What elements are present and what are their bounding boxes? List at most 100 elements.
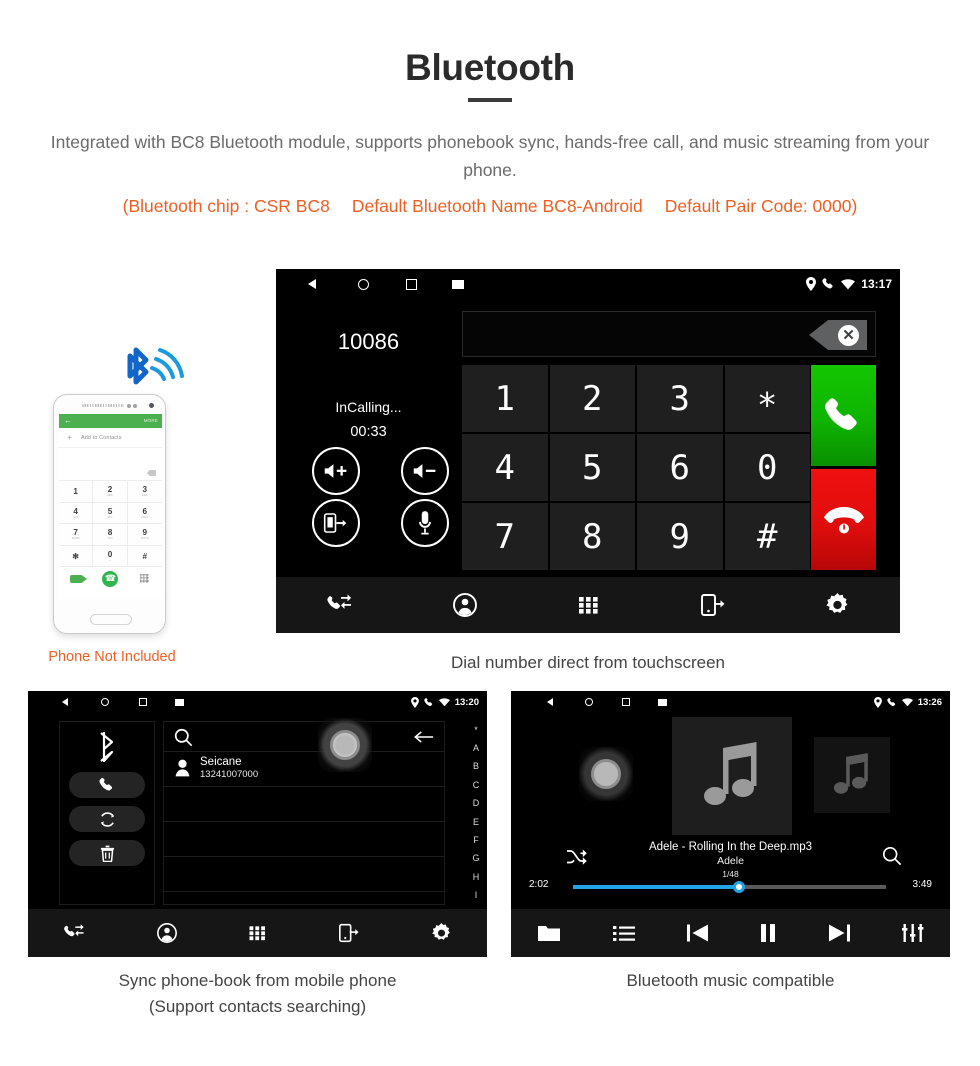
phone-number-field[interactable] xyxy=(59,448,162,481)
nav-sync-phone[interactable] xyxy=(700,593,726,617)
backspace-icon[interactable] xyxy=(147,470,156,476)
progress-slider[interactable] xyxy=(573,880,886,893)
phone-key[interactable]: 5 JKL xyxy=(93,502,128,524)
list-item[interactable] xyxy=(164,857,444,892)
phone-back-icon[interactable]: ← xyxy=(64,416,72,426)
back-triangle-icon[interactable] xyxy=(547,698,553,706)
nav-contacts[interactable] xyxy=(453,593,478,617)
keypad-key[interactable]: # xyxy=(724,503,810,570)
keypad-key[interactable]: 0 xyxy=(724,434,810,501)
home-circle-icon[interactable] xyxy=(358,279,369,290)
dialer-keypad[interactable]: 1 2 3 ∗ 4 5 6 0 7 8 9 # xyxy=(462,365,810,570)
keypad-key[interactable]: 2 xyxy=(549,365,635,432)
alpha-index-item[interactable]: B xyxy=(473,762,479,771)
phone-key[interactable]: 4 GHI xyxy=(59,502,94,524)
nav-sync-phone[interactable] xyxy=(338,923,360,943)
phone-key[interactable]: # xyxy=(127,545,162,567)
phone-add-to-contacts-row[interactable]: + Add to Contacts xyxy=(59,428,162,448)
list-item[interactable]: Seicane 13241007000 xyxy=(164,752,444,787)
alpha-index-item[interactable]: F xyxy=(473,836,479,845)
nav-playlist[interactable] xyxy=(612,924,635,942)
backspace-button[interactable]: ✕ xyxy=(809,320,867,350)
phone-call-button[interactable]: ☎ xyxy=(102,570,119,587)
back-triangle-icon[interactable] xyxy=(62,698,68,706)
alpha-index-item[interactable]: D xyxy=(473,799,480,808)
phone-key[interactable]: ✼ xyxy=(59,545,94,567)
keypad-key[interactable]: 3 xyxy=(637,365,723,432)
keypad-key[interactable]: 5 xyxy=(549,434,635,501)
alpha-index-item[interactable]: I xyxy=(475,891,478,900)
screenshot-icon[interactable] xyxy=(452,280,464,289)
bluetooth-status-icon xyxy=(94,730,120,764)
keypad-key[interactable]: 6 xyxy=(637,434,723,501)
delete-contacts-button[interactable] xyxy=(69,840,145,866)
album-art-next[interactable] xyxy=(814,737,890,813)
sync-contacts-button[interactable] xyxy=(69,806,145,832)
alpha-index-item[interactable]: H xyxy=(473,872,480,882)
nav-next-track[interactable] xyxy=(828,923,851,943)
list-item[interactable] xyxy=(164,822,444,857)
phone-keypad[interactable]: 1 2 ABC 3 DEF 4 GHI 5 JKL 6 MNO 7 PQRS 8 TUV 9W… xyxy=(59,481,162,567)
screenshot-icon[interactable] xyxy=(658,699,667,706)
nav-keypad[interactable] xyxy=(247,923,267,943)
nav-settings[interactable] xyxy=(431,922,452,944)
keypad-key[interactable]: 9 xyxy=(637,503,723,570)
phone-key[interactable]: 0 + xyxy=(93,545,128,567)
nav-equalizer[interactable] xyxy=(902,923,924,943)
recents-square-icon[interactable] xyxy=(622,698,630,706)
nav-settings[interactable] xyxy=(825,592,850,618)
screenshot-icon[interactable] xyxy=(175,699,184,706)
keypad-key[interactable]: 4 xyxy=(462,434,548,501)
contact-search-bar[interactable] xyxy=(164,722,444,752)
alpha-index-item[interactable]: * xyxy=(474,725,478,735)
hangup-button[interactable] xyxy=(811,469,876,570)
dial-button[interactable] xyxy=(69,772,145,798)
nav-recent-calls[interactable] xyxy=(63,923,86,943)
phone-key[interactable]: 6 MNO xyxy=(127,502,162,524)
recents-square-icon[interactable] xyxy=(406,279,417,290)
phone-handset-icon xyxy=(822,278,833,289)
title-divider xyxy=(468,98,512,102)
back-arrow-icon[interactable] xyxy=(414,730,434,744)
keypad-key[interactable]: ∗ xyxy=(724,365,810,432)
mute-microphone-button[interactable] xyxy=(400,499,449,547)
home-circle-icon[interactable] xyxy=(101,698,109,706)
video-call-icon[interactable] xyxy=(69,574,87,583)
keypad-key[interactable]: 7 xyxy=(462,503,548,570)
phonebook-statusbar: 13:20 xyxy=(28,691,487,713)
nav-contacts[interactable] xyxy=(156,923,177,943)
alpha-index-item[interactable]: E xyxy=(473,817,479,827)
dialer-input-field[interactable]: ✕ xyxy=(462,311,876,357)
phone-key[interactable]: 9 WXYZ xyxy=(127,524,162,546)
keypad-grid-icon[interactable] xyxy=(140,574,150,583)
phone-home-button[interactable] xyxy=(90,614,132,625)
alpha-index-item[interactable]: G xyxy=(472,854,479,863)
nav-keypad[interactable] xyxy=(576,593,600,617)
home-circle-icon[interactable] xyxy=(585,698,593,706)
nav-browse-folder[interactable] xyxy=(537,923,561,943)
volume-down-button[interactable] xyxy=(400,447,449,495)
list-item[interactable] xyxy=(164,787,444,822)
phone-key[interactable]: 8 TUV xyxy=(93,524,128,546)
phone-key[interactable]: 1 xyxy=(59,481,94,503)
progress-thumb[interactable] xyxy=(732,880,745,893)
page-title: Bluetooth xyxy=(405,47,575,88)
back-triangle-icon[interactable] xyxy=(308,279,316,289)
keypad-key[interactable]: 8 xyxy=(549,503,635,570)
nav-pause[interactable] xyxy=(760,923,776,943)
search-magnifier-icon xyxy=(174,728,193,747)
recents-square-icon[interactable] xyxy=(139,698,147,706)
alphabet-index[interactable]: * A B C D E F G H I xyxy=(467,721,485,905)
nav-previous-track[interactable] xyxy=(686,923,709,943)
phone-key[interactable]: 7 PQRS xyxy=(59,524,94,546)
call-button[interactable] xyxy=(811,365,876,466)
phone-more-label[interactable]: MORE xyxy=(144,418,158,423)
nav-recent-calls[interactable] xyxy=(326,593,354,617)
phone-key[interactable]: 2 ABC xyxy=(93,481,128,503)
phone-key[interactable]: 3 DEF xyxy=(127,481,162,503)
alpha-index-item[interactable]: C xyxy=(473,780,480,790)
volume-up-button[interactable] xyxy=(311,447,360,495)
alpha-index-item[interactable]: A xyxy=(473,744,479,753)
transfer-to-phone-button[interactable] xyxy=(311,499,360,547)
keypad-key[interactable]: 1 xyxy=(462,365,548,432)
